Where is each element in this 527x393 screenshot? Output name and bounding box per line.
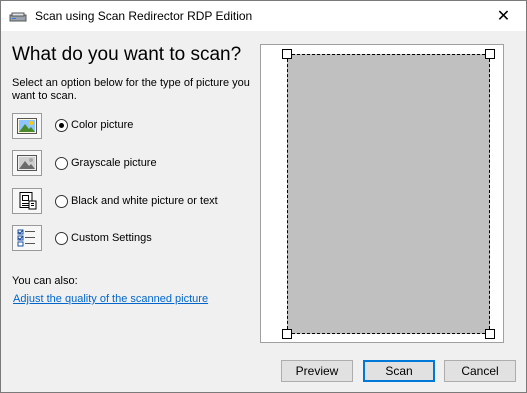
scanner-icon bbox=[9, 10, 27, 22]
grayscale-picture-radio[interactable] bbox=[55, 157, 68, 170]
crop-handle-top-right[interactable] bbox=[485, 49, 495, 59]
grayscale-picture-label[interactable]: Grayscale picture bbox=[71, 157, 157, 169]
also-label: You can also: bbox=[12, 275, 78, 287]
close-button[interactable]: ✕ bbox=[481, 1, 526, 31]
cancel-button[interactable]: Cancel bbox=[444, 360, 516, 382]
black-white-picture-label[interactable]: Black and white picture or text bbox=[71, 195, 218, 207]
custom-settings-icon[interactable] bbox=[12, 225, 42, 251]
crop-handle-top-left[interactable] bbox=[282, 49, 292, 59]
instructions-text: Select an option below for the type of p… bbox=[12, 77, 250, 102]
preview-button[interactable]: Preview bbox=[281, 360, 353, 382]
adjust-quality-link[interactable]: Adjust the quality of the scanned pictur… bbox=[13, 293, 208, 305]
color-picture-icon[interactable] bbox=[12, 113, 42, 139]
scan-region[interactable] bbox=[287, 54, 490, 334]
page-title: What do you want to scan? bbox=[12, 44, 242, 65]
crop-handle-bottom-left[interactable] bbox=[282, 329, 292, 339]
custom-settings-radio[interactable] bbox=[55, 232, 68, 245]
color-picture-label[interactable]: Color picture bbox=[71, 119, 133, 131]
title-bar: Scan using Scan Redirector RDP Edition ✕ bbox=[1, 1, 526, 31]
scan-dialog: Scan using Scan Redirector RDP Edition ✕… bbox=[0, 0, 527, 393]
scan-button[interactable]: Scan bbox=[363, 360, 435, 382]
grayscale-picture-icon[interactable] bbox=[12, 150, 42, 176]
crop-handle-bottom-right[interactable] bbox=[485, 329, 495, 339]
color-picture-radio[interactable] bbox=[55, 119, 68, 132]
black-white-picture-icon[interactable] bbox=[12, 188, 42, 214]
window-title: Scan using Scan Redirector RDP Edition bbox=[35, 9, 253, 23]
custom-settings-label[interactable]: Custom Settings bbox=[71, 232, 152, 244]
black-white-picture-radio[interactable] bbox=[55, 195, 68, 208]
